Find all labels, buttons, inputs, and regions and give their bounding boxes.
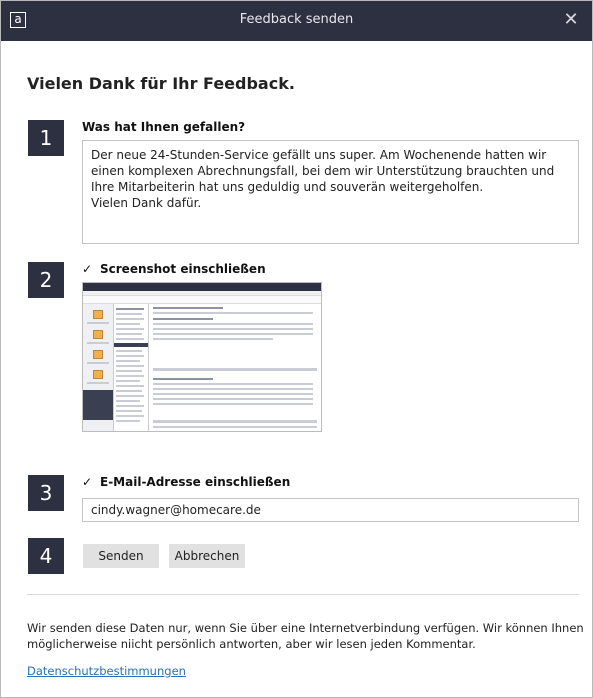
feedback-textarea[interactable]: Der neue 24-Stunden-Service gefällt uns … [82, 140, 579, 244]
step-3-badge: 3 [28, 475, 64, 511]
screenshot-checkbox-check-icon[interactable]: ✓ [82, 262, 96, 276]
send-button[interactable]: Senden [83, 544, 159, 568]
privacy-policy-link[interactable]: Datenschutzbestimmungen [27, 664, 186, 678]
email-checkbox-label: E-Mail-Adresse einschließen [100, 475, 291, 489]
cancel-button[interactable]: Abbrechen [169, 544, 245, 568]
step-2-badge: 2 [28, 262, 64, 298]
screenshot-thumbnail [82, 282, 322, 432]
email-field[interactable]: cindy.wagner@homecare.de [82, 498, 579, 522]
divider [27, 594, 579, 595]
close-icon[interactable]: ✕ [560, 9, 582, 31]
info-text: Wir senden diese Daten nur, wenn Sie übe… [27, 621, 584, 651]
email-checkbox-row[interactable]: ✓ E-Mail-Adresse einschließen [82, 475, 290, 489]
title-bar: a Feedback senden ✕ [1, 1, 592, 41]
email-checkbox-check-icon[interactable]: ✓ [82, 475, 96, 489]
screenshot-checkbox-label: Screenshot einschließen [100, 262, 266, 276]
screenshot-checkbox-row[interactable]: ✓ Screenshot einschließen [82, 262, 266, 276]
window-title: Feedback senden [239, 12, 354, 27]
step-4-badge: 4 [28, 538, 64, 574]
feedback-question-label: Was hat Ihnen gefallen? [82, 120, 246, 134]
step-1-badge: 1 [28, 120, 64, 156]
page-title: Vielen Dank für Ihr Feedback. [27, 74, 295, 93]
